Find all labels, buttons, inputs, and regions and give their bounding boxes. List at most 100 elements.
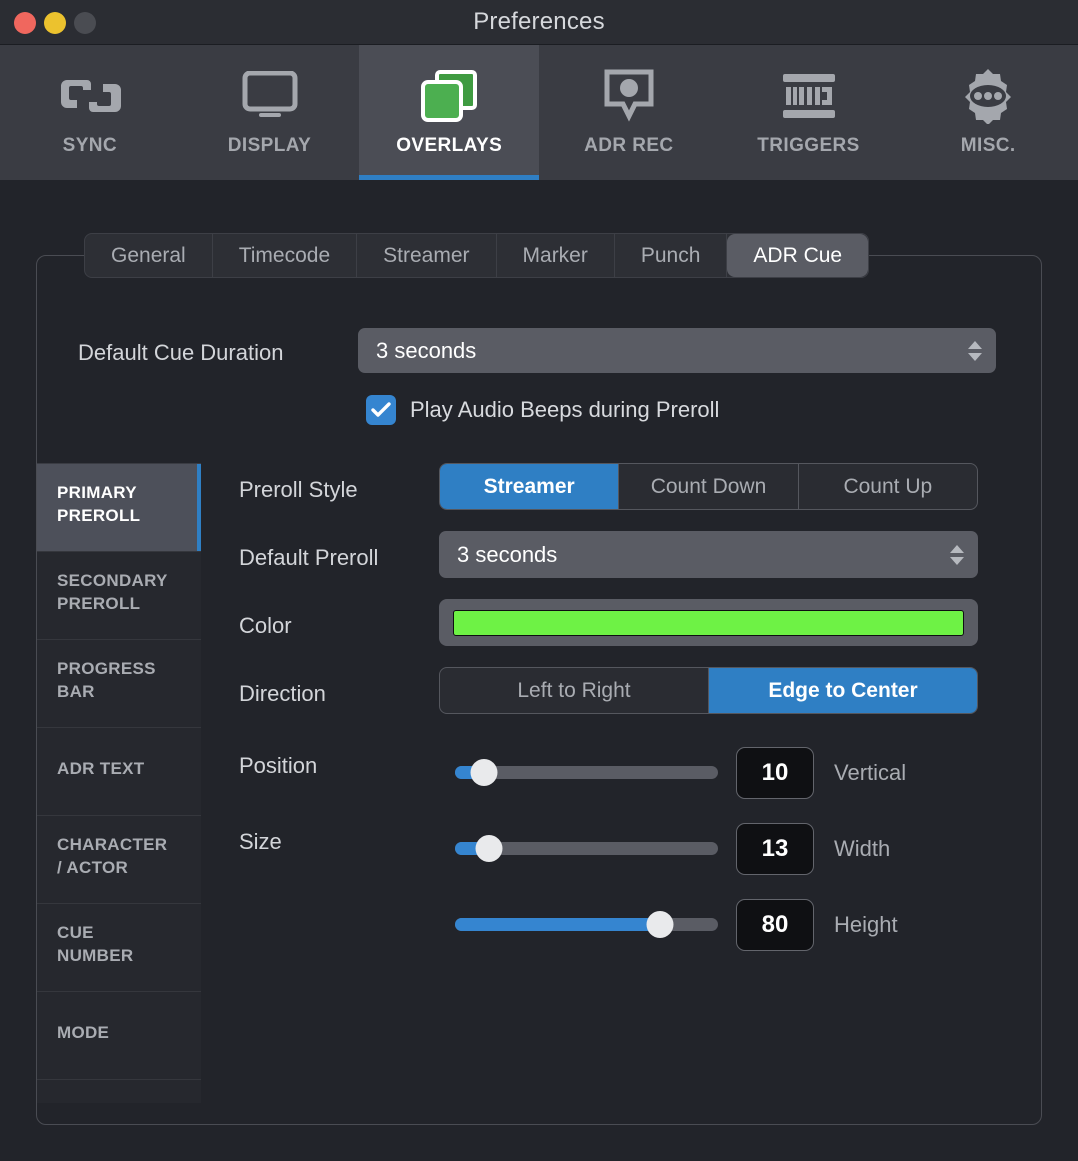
direction-segmented: Left to Right Edge to Center <box>439 667 978 714</box>
toolbar-item-misc[interactable]: MISC. <box>898 45 1078 180</box>
default-cue-duration-value: 3 seconds <box>376 337 477 363</box>
sidebar-item-line2: PREROLL <box>57 505 141 525</box>
size-width-row: Size 13 Width <box>239 811 999 887</box>
size-height-slider-thumb[interactable] <box>646 911 674 938</box>
toolbar-item-adr-rec[interactable]: ADR REC <box>539 45 719 180</box>
preferences-body: General Timecode Streamer Marker Punch A… <box>0 180 1078 1161</box>
tab-marker[interactable]: Marker <box>497 234 615 277</box>
sidebar-item-line1: ADR TEXT <box>57 759 145 778</box>
toolbar-label-display: DISPLAY <box>227 135 312 156</box>
gear-icon <box>959 63 1017 129</box>
default-cue-duration-stepper[interactable]: 3 seconds <box>358 328 996 373</box>
sidebar-item-line2: NUMBER <box>57 945 134 965</box>
direction-option-edge-to-center[interactable]: Edge to Center <box>709 668 977 713</box>
tab-punch[interactable]: Punch <box>615 234 728 277</box>
default-cue-duration-label: Default Cue Duration <box>78 340 284 365</box>
sidebar-item-adr-text[interactable]: ADR TEXT <box>37 728 201 816</box>
play-audio-beeps-checkbox[interactable] <box>366 395 396 425</box>
sidebar-item-line1: PROGRESS <box>57 659 156 678</box>
toolbar-item-sync[interactable]: SYNC <box>0 45 180 180</box>
sidebar-item-line1: PRIMARY <box>57 483 137 502</box>
monitor-icon <box>241 63 299 129</box>
position-slider-thumb[interactable] <box>470 759 498 786</box>
sidebar-item-cue-number[interactable]: CUE NUMBER <box>37 904 201 992</box>
chevron-up-icon[interactable] <box>950 544 964 553</box>
position-label: Position <box>239 753 318 778</box>
play-audio-beeps-row[interactable]: Play Audio Beeps during Preroll <box>366 395 719 425</box>
preroll-style-option-count-down[interactable]: Count Down <box>619 464 799 509</box>
toolbar-item-display[interactable]: DISPLAY <box>180 45 360 180</box>
color-well[interactable] <box>439 599 978 646</box>
speech-bubble-record-icon <box>603 63 655 129</box>
size-height-slider[interactable] <box>455 911 718 938</box>
sidebar-item-line1: MODE <box>57 1023 110 1042</box>
sidebar-item-line2: BAR <box>57 681 95 701</box>
overlay-element-sidebar: PRIMARY PREROLL SECONDARY PREROLL PROGRE… <box>37 463 201 1103</box>
sidebar-item-line2: PREROLL <box>57 593 141 613</box>
sidebar-item-line1: CHARACTER <box>57 835 168 854</box>
size-width-unit-label: Width <box>834 836 891 861</box>
preferences-toolbar: SYNC DISPLAY OVERLAYS ADR REC TRIGGERS M… <box>0 45 1078 180</box>
position-row: Position 10 Vertical <box>239 735 999 811</box>
checkmark-icon <box>371 402 391 417</box>
play-audio-beeps-label: Play Audio Beeps during Preroll <box>410 397 720 422</box>
window-titlebar: Preferences <box>0 0 1078 45</box>
sidebar-item-progress-bar[interactable]: PROGRESS BAR <box>37 640 201 728</box>
position-unit-label: Vertical <box>834 760 907 785</box>
preroll-style-segmented: Streamer Count Down Count Up <box>439 463 978 510</box>
tab-streamer[interactable]: Streamer <box>357 234 497 277</box>
preroll-style-option-count-up[interactable]: Count Up <box>799 464 977 509</box>
sidebar-item-mode[interactable]: MODE <box>37 992 201 1080</box>
sidebar-item-primary-preroll[interactable]: PRIMARY PREROLL <box>37 464 201 552</box>
preroll-style-option-streamer[interactable]: Streamer <box>440 464 620 509</box>
overlay-settings-content: Preroll Style Streamer Count Down Count … <box>239 463 999 963</box>
color-swatch[interactable] <box>453 609 964 636</box>
toolbar-label-sync: SYNC <box>62 135 118 156</box>
toolbar-item-triggers[interactable]: TRIGGERS <box>719 45 899 180</box>
sidebar-item-character-actor[interactable]: CHARACTER / ACTOR <box>37 816 201 904</box>
direction-label: Direction <box>239 681 326 706</box>
sidebar-item-line1: CUE <box>57 923 94 942</box>
chevron-up-icon[interactable] <box>968 340 982 349</box>
size-height-row: 80 Height <box>239 887 999 963</box>
midi-icon <box>781 63 837 129</box>
size-width-slider[interactable] <box>455 835 718 862</box>
toolbar-label-triggers: TRIGGERS <box>757 135 860 156</box>
window-title: Preferences <box>473 8 605 35</box>
overlay-tabs: General Timecode Streamer Marker Punch A… <box>84 233 870 278</box>
tab-general[interactable]: General <box>85 234 213 277</box>
stepper-arrows[interactable] <box>968 340 982 361</box>
sidebar-item-secondary-preroll[interactable]: SECONDARY PREROLL <box>37 552 201 640</box>
size-width-value-field[interactable]: 13 <box>736 823 814 875</box>
default-preroll-row: Default Preroll 3 seconds <box>239 531 999 599</box>
toolbar-label-overlays: OVERLAYS <box>396 135 503 156</box>
default-preroll-label: Default Preroll <box>239 545 379 570</box>
sidebar-item-line2: / ACTOR <box>57 857 129 877</box>
color-row: Color <box>239 599 999 667</box>
size-label: Size <box>239 829 282 854</box>
position-value-field[interactable]: 10 <box>736 747 814 799</box>
position-slider[interactable] <box>455 759 718 786</box>
preroll-style-label: Preroll Style <box>239 477 358 502</box>
sync-link-icon <box>59 63 121 129</box>
color-label: Color <box>239 613 292 638</box>
tab-adr-cue[interactable]: ADR Cue <box>727 234 869 277</box>
sidebar-item-line1: SECONDARY <box>57 571 168 590</box>
size-height-unit-label: Height <box>834 912 898 937</box>
direction-option-left-to-right[interactable]: Left to Right <box>440 668 709 713</box>
default-preroll-stepper[interactable]: 3 seconds <box>439 531 978 578</box>
size-width-slider-thumb[interactable] <box>475 835 503 862</box>
size-height-value-field[interactable]: 80 <box>736 899 814 951</box>
stepper-arrows[interactable] <box>950 544 964 565</box>
chevron-down-icon[interactable] <box>950 556 964 565</box>
direction-row: Direction Left to Right Edge to Center <box>239 667 999 735</box>
toolbar-item-overlays[interactable]: OVERLAYS <box>359 45 540 180</box>
size-height-slider-fill <box>455 918 661 931</box>
tab-timecode[interactable]: Timecode <box>213 234 358 277</box>
chevron-down-icon[interactable] <box>968 352 982 361</box>
toolbar-label-adr-rec: ADR REC <box>584 135 674 156</box>
default-preroll-value: 3 seconds <box>457 541 558 567</box>
layers-icon <box>420 63 478 129</box>
toolbar-label-misc: MISC. <box>960 135 1016 156</box>
preroll-style-row: Preroll Style Streamer Count Down Count … <box>239 463 999 531</box>
